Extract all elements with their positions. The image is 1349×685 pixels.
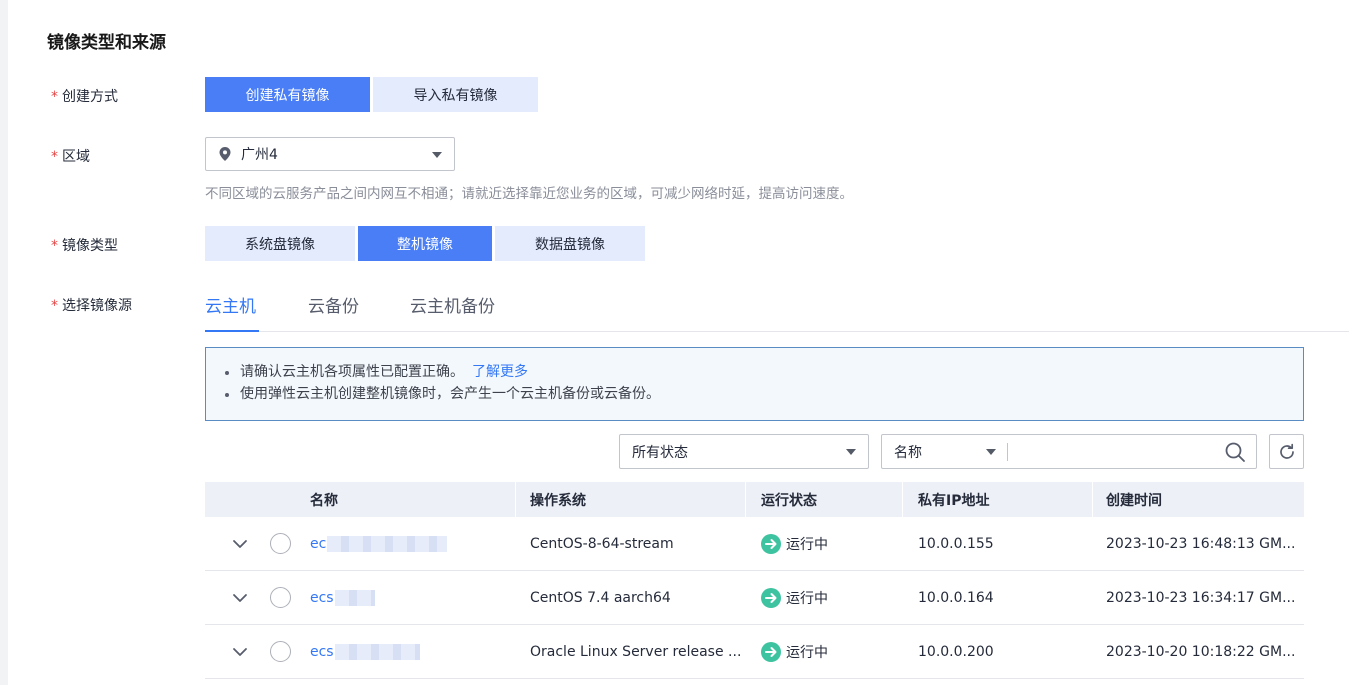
cell-private-ip: 10.0.0.155 xyxy=(918,536,994,552)
create-private-image-button[interactable]: 创建私有镜像 xyxy=(205,77,370,112)
region-value: 广州4 xyxy=(241,147,278,163)
chevron-down-icon[interactable] xyxy=(232,644,248,660)
location-pin-icon xyxy=(219,147,231,161)
ecs-name-link[interactable]: ecs xyxy=(310,590,334,606)
cell-status: 运行中 xyxy=(761,517,899,571)
info-notice: 请确认云主机各项属性已配置正确。 了解更多 使用弹性云主机创建整机镜像时，会产生一… xyxy=(205,347,1304,421)
required-mark: * xyxy=(51,89,58,105)
column-divider xyxy=(745,482,746,517)
tab-ecs[interactable]: 云主机 xyxy=(205,292,259,332)
learn-more-link[interactable]: 了解更多 xyxy=(472,364,528,380)
column-header-os: 操作系统 xyxy=(530,492,586,509)
image-source-tabs: 云主机 云备份 云主机备份 xyxy=(205,292,1349,332)
cell-os: CentOS 7.4 aarch64 xyxy=(530,590,671,606)
search-box: 名称 xyxy=(881,434,1257,469)
table-header: 名称 操作系统 运行状态 私有IP地址 创建时间 xyxy=(205,482,1304,517)
tab-cloud-backup[interactable]: 云备份 xyxy=(308,292,359,331)
redacted-mask xyxy=(334,644,420,660)
column-header-private-ip: 私有IP地址 xyxy=(918,492,990,509)
cell-created-time: 2023-10-23 16:48:13 GM... xyxy=(1106,536,1296,552)
chevron-down-icon[interactable] xyxy=(232,536,248,552)
table-row[interactable]: ec CentOS-8-64-stream 运行中 10.0.0.155 202… xyxy=(205,517,1304,571)
cell-name: ecs xyxy=(310,625,510,679)
search-field-value: 名称 xyxy=(894,444,922,461)
cell-created-time: 2023-10-23 16:34:17 GM... xyxy=(1106,590,1296,606)
create-method-segment: 创建私有镜像 导入私有镜像 xyxy=(205,77,541,112)
required-mark: * xyxy=(51,149,58,165)
cell-status: 运行中 xyxy=(761,625,899,679)
required-mark: * xyxy=(51,238,58,254)
search-icon[interactable] xyxy=(1224,441,1246,463)
region-select[interactable]: 广州4 xyxy=(205,137,455,171)
cell-name: ec xyxy=(310,517,510,571)
import-private-image-button[interactable]: 导入私有镜像 xyxy=(373,77,538,112)
table-row[interactable]: ecs Oracle Linux Server release ... 运行中 … xyxy=(205,625,1304,679)
status-filter-value: 所有状态 xyxy=(632,444,688,461)
cell-name: ecs xyxy=(310,571,510,625)
notice-line-2: 使用弹性云主机创建整机镜像时，会产生一个云主机备份或云备份。 xyxy=(225,383,1303,405)
running-status-icon xyxy=(761,588,781,608)
data-disk-image-button[interactable]: 数据盘镜像 xyxy=(495,226,645,261)
column-divider xyxy=(902,482,903,517)
left-gutter xyxy=(0,0,8,685)
cell-status: 运行中 xyxy=(761,571,899,625)
search-field-select[interactable]: 名称 xyxy=(882,435,1008,468)
region-hint: 不同区域的云服务产品之间内网互不相通；请就近选择靠近您业务的区域，可减少网络时延… xyxy=(205,186,853,202)
table-row[interactable]: ecs CentOS 7.4 aarch64 运行中 10.0.0.164 20… xyxy=(205,571,1304,625)
row-radio[interactable] xyxy=(270,533,291,554)
image-source-label: * 选择镜像源 xyxy=(51,298,132,314)
refresh-button[interactable] xyxy=(1269,434,1304,469)
search-input[interactable] xyxy=(1008,435,1224,468)
chevron-down-icon xyxy=(846,449,856,455)
notice-line-1: 请确认云主机各项属性已配置正确。 了解更多 xyxy=(225,361,1303,383)
required-mark: * xyxy=(51,298,58,314)
cell-os: Oracle Linux Server release ... xyxy=(530,644,740,660)
cell-created-time: 2023-10-20 10:18:22 GM... xyxy=(1106,644,1296,660)
column-header-status: 运行状态 xyxy=(761,492,817,509)
full-ecs-image-button[interactable]: 整机镜像 xyxy=(358,226,492,261)
chevron-down-icon xyxy=(986,449,996,455)
image-type-label: * 镜像类型 xyxy=(51,238,118,254)
column-divider xyxy=(1092,482,1093,517)
image-type-segment: 系统盘镜像 整机镜像 数据盘镜像 xyxy=(205,226,648,261)
cell-private-ip: 10.0.0.200 xyxy=(918,644,994,660)
ecs-table: 名称 操作系统 运行状态 私有IP地址 创建时间 ec CentOS-8-64-… xyxy=(205,482,1304,679)
column-header-created-time: 创建时间 xyxy=(1106,492,1162,509)
cell-os: CentOS-8-64-stream xyxy=(530,536,674,552)
chevron-down-icon xyxy=(432,152,442,158)
row-radio[interactable] xyxy=(270,587,291,608)
cell-private-ip: 10.0.0.164 xyxy=(918,590,994,606)
redacted-mask xyxy=(334,590,375,606)
column-header-name: 名称 xyxy=(310,492,338,509)
region-label: * 区域 xyxy=(51,149,90,165)
tab-ecs-backup[interactable]: 云主机备份 xyxy=(410,292,495,331)
ecs-name-link[interactable]: ecs xyxy=(310,644,334,660)
chevron-down-icon[interactable] xyxy=(232,590,248,606)
running-status-icon xyxy=(761,534,781,554)
refresh-icon xyxy=(1279,443,1294,459)
status-filter-select[interactable]: 所有状态 xyxy=(619,434,869,469)
row-radio[interactable] xyxy=(270,641,291,662)
column-divider xyxy=(515,482,516,517)
running-status-icon xyxy=(761,642,781,662)
create-method-label: * 创建方式 xyxy=(51,89,118,105)
ecs-name-link[interactable]: ec xyxy=(310,536,326,552)
section-title: 镜像类型和来源 xyxy=(47,33,166,53)
system-disk-image-button[interactable]: 系统盘镜像 xyxy=(205,226,355,261)
redacted-mask xyxy=(327,536,448,552)
